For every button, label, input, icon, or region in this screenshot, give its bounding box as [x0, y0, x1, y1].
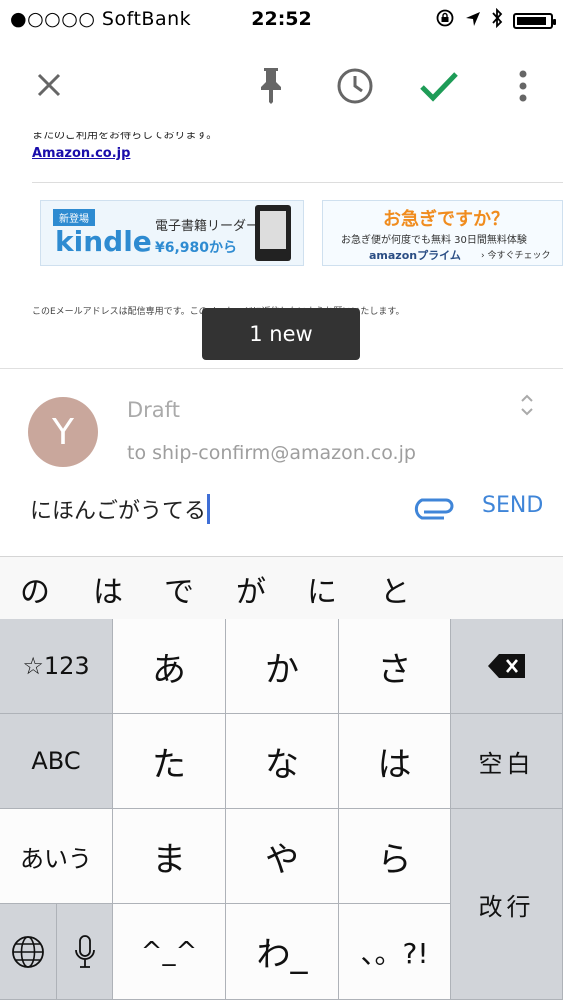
key-emoticon[interactable]: ^_^: [113, 904, 226, 1000]
pin-icon[interactable]: [248, 60, 294, 110]
suggestion-item[interactable]: に: [307, 567, 337, 611]
kindle-device-image: [255, 205, 291, 261]
suggestion-item[interactable]: と: [380, 567, 410, 611]
suggestion-item[interactable]: で: [164, 567, 194, 611]
kindle-title: 電子書籍リーダー: [155, 219, 260, 234]
prime-cta: › 今すぐチェック: [481, 251, 551, 261]
compose-input[interactable]: にほんごがうてる: [30, 493, 211, 525]
reply-divider: [0, 368, 563, 369]
attach-icon[interactable]: [414, 494, 456, 524]
suggestion-bar: の は で が に と: [0, 556, 563, 619]
text-caret: [207, 494, 211, 524]
compose-text: にほんごがうてる: [30, 499, 207, 524]
suggestion-item[interactable]: は: [93, 567, 123, 611]
status-icons: [435, 7, 556, 33]
location-icon: [465, 10, 481, 32]
globe-icon[interactable]: [0, 904, 57, 1000]
avatar: Y: [28, 397, 98, 467]
prime-headline: お急ぎですか？: [383, 209, 509, 230]
key-na[interactable]: な: [226, 714, 339, 809]
key-space[interactable]: 空白: [451, 714, 563, 809]
suggestion-item[interactable]: の: [20, 567, 50, 611]
key-ha[interactable]: は: [339, 714, 451, 809]
new-badge: 新登場: [53, 209, 95, 226]
key-ma[interactable]: ま: [113, 809, 226, 904]
kindle-price: ¥6,980から: [155, 240, 238, 256]
key-ya[interactable]: や: [226, 809, 339, 904]
kindle-brand: kindle: [55, 225, 152, 258]
new-message-toast[interactable]: 1 new: [202, 308, 360, 360]
send-button[interactable]: SEND: [482, 493, 543, 518]
suggestion-item[interactable]: が: [236, 567, 266, 611]
prime-brand: amazonプライム: [369, 249, 461, 262]
key-wa[interactable]: わ_: [226, 904, 339, 1000]
more-vertical-icon[interactable]: [508, 62, 538, 110]
microphone-icon[interactable]: [57, 904, 113, 1000]
divider: [32, 182, 563, 183]
key-kana-mode[interactable]: あいう: [0, 809, 113, 904]
key-return[interactable]: 改行: [451, 809, 563, 1000]
japanese-keyboard: ☆123 ABC あいう あ か さ た な は ま や ら ^_^ わ_ 、。…: [0, 619, 563, 1000]
backspace-icon[interactable]: [451, 619, 563, 714]
amazon-link[interactable]: Amazon.co.jp: [32, 146, 130, 161]
key-ta[interactable]: た: [113, 714, 226, 809]
key-a[interactable]: あ: [113, 619, 226, 714]
expand-collapse-icon[interactable]: [518, 392, 536, 422]
prime-body: お急ぎ便が何度でも無料 30日間無料体験: [341, 235, 527, 246]
prime-banner[interactable]: お急ぎですか？ お急ぎ便が何度でも無料 30日間無料体験 amazonプライム …: [322, 200, 563, 266]
clock-icon[interactable]: [331, 62, 379, 110]
key-ra[interactable]: ら: [339, 809, 451, 904]
orientation-lock-icon: [435, 8, 455, 33]
draft-label: Draft: [127, 398, 180, 422]
key-num-symbols[interactable]: ☆123: [0, 619, 113, 714]
key-abc[interactable]: ABC: [0, 714, 113, 809]
recipient-label: to ship-confirm@amazon.co.jp: [127, 442, 416, 464]
battery-icon: [513, 12, 556, 29]
key-sa[interactable]: さ: [339, 619, 451, 714]
top-toolbar: [0, 40, 563, 132]
checkmark-icon[interactable]: [414, 62, 464, 110]
bluetooth-icon: [491, 7, 503, 33]
email-snippet: またのご利用をお待ちしております。: [32, 132, 218, 141]
close-icon[interactable]: [26, 62, 72, 108]
status-bar: ●○○○○ SoftBank 22:52: [0, 0, 563, 38]
key-ka[interactable]: か: [226, 619, 339, 714]
key-punctuation[interactable]: 、。?!: [339, 904, 451, 1000]
kindle-banner[interactable]: 新登場 kindle 電子書籍リーダー ¥6,980から: [40, 200, 304, 266]
